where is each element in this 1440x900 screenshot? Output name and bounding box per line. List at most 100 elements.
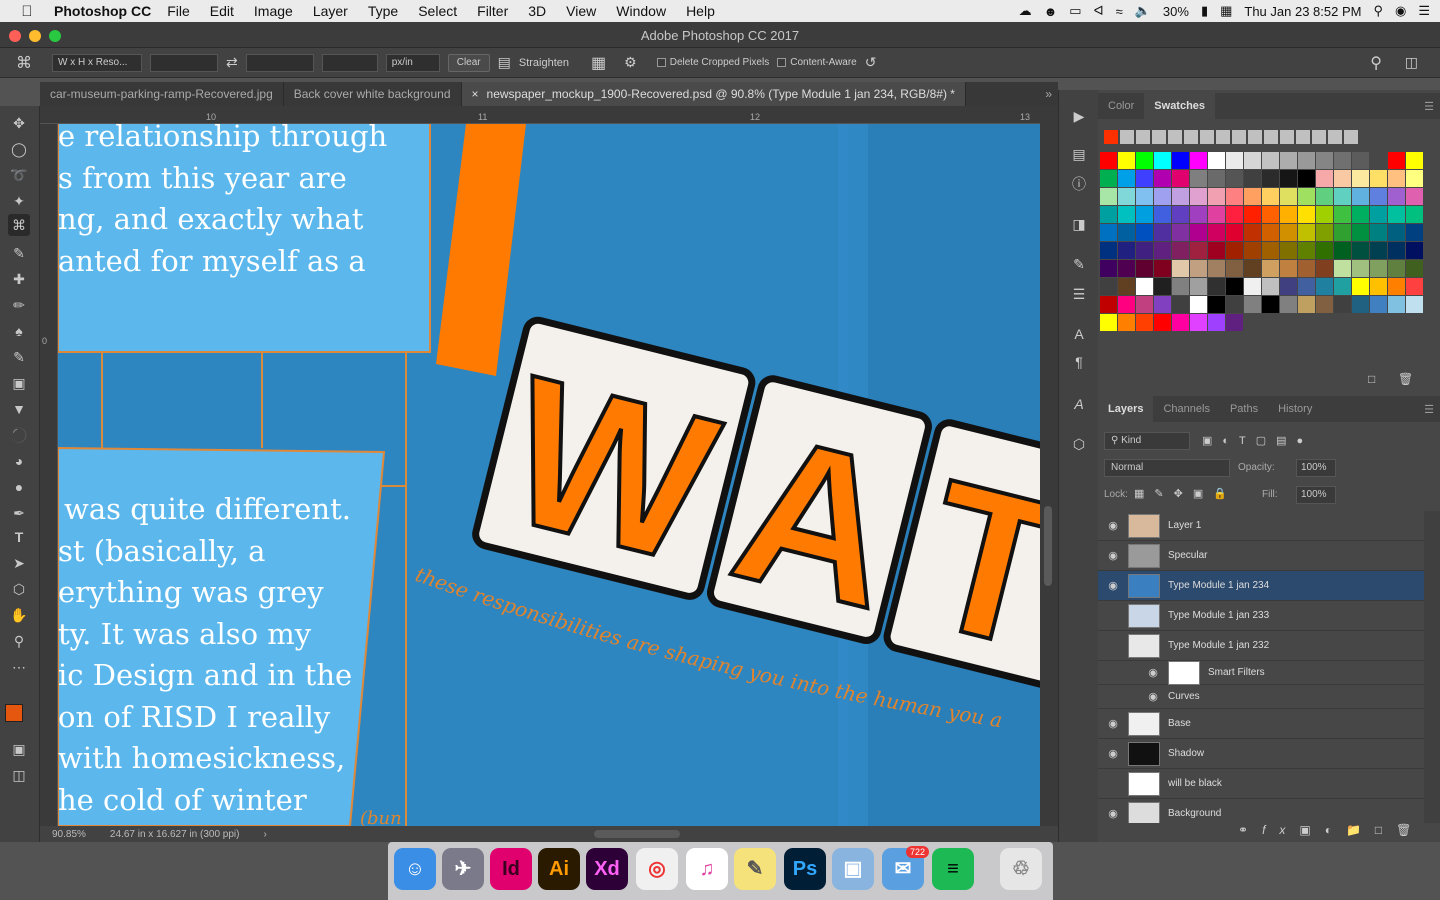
dock-spotify-icon[interactable]: ≡ <box>932 848 974 890</box>
magic-wand-icon[interactable]: ✦ <box>8 190 30 212</box>
layer-row[interactable]: Type Module 1 jan 232 <box>1098 631 1424 661</box>
swatch[interactable] <box>1388 278 1405 295</box>
swatch[interactable] <box>1136 170 1153 187</box>
swatch[interactable] <box>1262 188 1279 205</box>
swatch[interactable] <box>1118 206 1135 223</box>
swatch[interactable] <box>1118 170 1135 187</box>
bluetooth-icon[interactable]: ᐊ <box>1094 3 1104 19</box>
tab-back-cover[interactable]: Back cover white background <box>284 82 462 106</box>
swatch[interactable] <box>1190 314 1207 331</box>
swatch[interactable] <box>1316 170 1333 187</box>
swatch-recent[interactable] <box>1344 130 1358 144</box>
swatch[interactable] <box>1100 152 1117 169</box>
swatch[interactable] <box>1280 296 1297 313</box>
swatch[interactable] <box>1370 188 1387 205</box>
swatch[interactable] <box>1406 224 1423 241</box>
units-select[interactable]: px/in <box>385 53 440 72</box>
swatch-recent[interactable] <box>1216 130 1230 144</box>
dock-trash-icon[interactable]: ♲ <box>1000 848 1042 890</box>
swatch[interactable] <box>1100 206 1117 223</box>
brush-tool-icon[interactable]: ✏ <box>8 294 30 316</box>
swatch[interactable] <box>1118 278 1135 295</box>
swatch[interactable] <box>1208 278 1225 295</box>
scroll-thumb[interactable] <box>1044 506 1052 586</box>
swatches-grid[interactable] <box>1098 126 1440 336</box>
battery-percent[interactable]: 30% <box>1163 4 1189 19</box>
notification-center-icon[interactable]: ☰ <box>1418 3 1430 19</box>
swatch[interactable] <box>1316 152 1333 169</box>
overlay-grid-icon[interactable]: ▦ <box>591 53 606 73</box>
layers-list[interactable]: ◉ Layer 1 ◉ Specular ◉ Type Module 1 jan 234 T… <box>1098 511 1424 823</box>
swatch[interactable] <box>1280 152 1297 169</box>
swatch[interactable] <box>1136 152 1153 169</box>
swatch[interactable] <box>1352 278 1369 295</box>
swatch[interactable] <box>1298 242 1315 259</box>
swatch[interactable] <box>1226 260 1243 277</box>
blend-mode-select[interactable]: Normal <box>1104 459 1230 477</box>
swatch[interactable] <box>1262 224 1279 241</box>
swatch[interactable] <box>1136 278 1153 295</box>
swatch[interactable] <box>1244 188 1261 205</box>
layer-row[interactable]: ◉ Base <box>1098 709 1424 739</box>
tab-channels[interactable]: Channels <box>1153 396 1219 422</box>
swatch[interactable] <box>1226 278 1243 295</box>
menu-select[interactable]: Select <box>408 3 467 19</box>
swatch[interactable] <box>1298 224 1315 241</box>
swatch[interactable] <box>1280 224 1297 241</box>
brushes-icon[interactable]: ✎ <box>1069 254 1089 274</box>
info-icon[interactable]: ⓘ <box>1069 174 1089 194</box>
swatch[interactable] <box>1298 260 1315 277</box>
menu-type[interactable]: Type <box>358 3 408 19</box>
creative-cloud-icon[interactable]: ☁ <box>1019 3 1032 19</box>
visibility-eye-icon[interactable]: ◉ <box>1098 717 1128 730</box>
horizontal-scroll-thumb[interactable] <box>594 830 680 838</box>
dock-chrome-icon[interactable]: ◎ <box>636 848 678 890</box>
stamp-tool-icon[interactable]: ♠ <box>8 320 30 342</box>
layer-row[interactable]: ◉ Layer 1 <box>1098 511 1424 541</box>
swatch[interactable] <box>1388 242 1405 259</box>
workspace-icon[interactable]: ◫ <box>1405 54 1418 71</box>
swatch[interactable] <box>1190 206 1207 223</box>
swatch[interactable] <box>1136 242 1153 259</box>
move-tool-icon[interactable]: ✥ <box>8 112 30 134</box>
document-canvas[interactable]: W A T these responsibilities are shaping… <box>58 124 1040 826</box>
swatch[interactable] <box>1334 224 1351 241</box>
swatch[interactable] <box>1316 224 1333 241</box>
swatch[interactable] <box>1136 296 1153 313</box>
swatch[interactable] <box>1244 206 1261 223</box>
swatch[interactable] <box>1298 278 1315 295</box>
swatch[interactable] <box>1118 242 1135 259</box>
swatch[interactable] <box>1352 224 1369 241</box>
swatch[interactable] <box>1226 314 1243 331</box>
swatch[interactable] <box>1190 296 1207 313</box>
swatch[interactable] <box>1280 188 1297 205</box>
swatch[interactable] <box>1316 260 1333 277</box>
menu-window[interactable]: Window <box>606 3 676 19</box>
visibility-eye-icon[interactable]: ◉ <box>1098 519 1128 532</box>
dock-finder-icon[interactable]: ☺ <box>394 848 436 890</box>
swatch[interactable] <box>1154 242 1171 259</box>
swatch-recent[interactable] <box>1120 130 1134 144</box>
swatch-recent[interactable] <box>1264 130 1278 144</box>
actions-icon[interactable]: ▤ <box>1069 144 1089 164</box>
swatch[interactable] <box>1262 278 1279 295</box>
swatch[interactable] <box>1280 206 1297 223</box>
swatch[interactable] <box>1244 260 1261 277</box>
swatch[interactable] <box>1316 278 1333 295</box>
swatch[interactable] <box>1316 242 1333 259</box>
visibility-eye-icon[interactable]: ◉ <box>1138 690 1168 703</box>
new-swatch-icon[interactable]: □ <box>1368 372 1375 386</box>
history-brush-icon[interactable]: ✎ <box>8 346 30 368</box>
play-icon[interactable]: ▶ <box>1069 106 1089 126</box>
swatch[interactable] <box>1406 242 1423 259</box>
swatch[interactable] <box>1334 242 1351 259</box>
dock-itunes-icon[interactable]: ♫ <box>686 848 728 890</box>
swatch[interactable] <box>1190 242 1207 259</box>
swatch[interactable] <box>1226 242 1243 259</box>
layers-scrollbar[interactable] <box>1424 511 1440 823</box>
swatch[interactable] <box>1208 152 1225 169</box>
swatch-recent[interactable] <box>1136 130 1150 144</box>
swatch[interactable] <box>1316 188 1333 205</box>
swatch-recent[interactable] <box>1248 130 1262 144</box>
dock-ps-icon[interactable]: Ps <box>784 848 826 890</box>
